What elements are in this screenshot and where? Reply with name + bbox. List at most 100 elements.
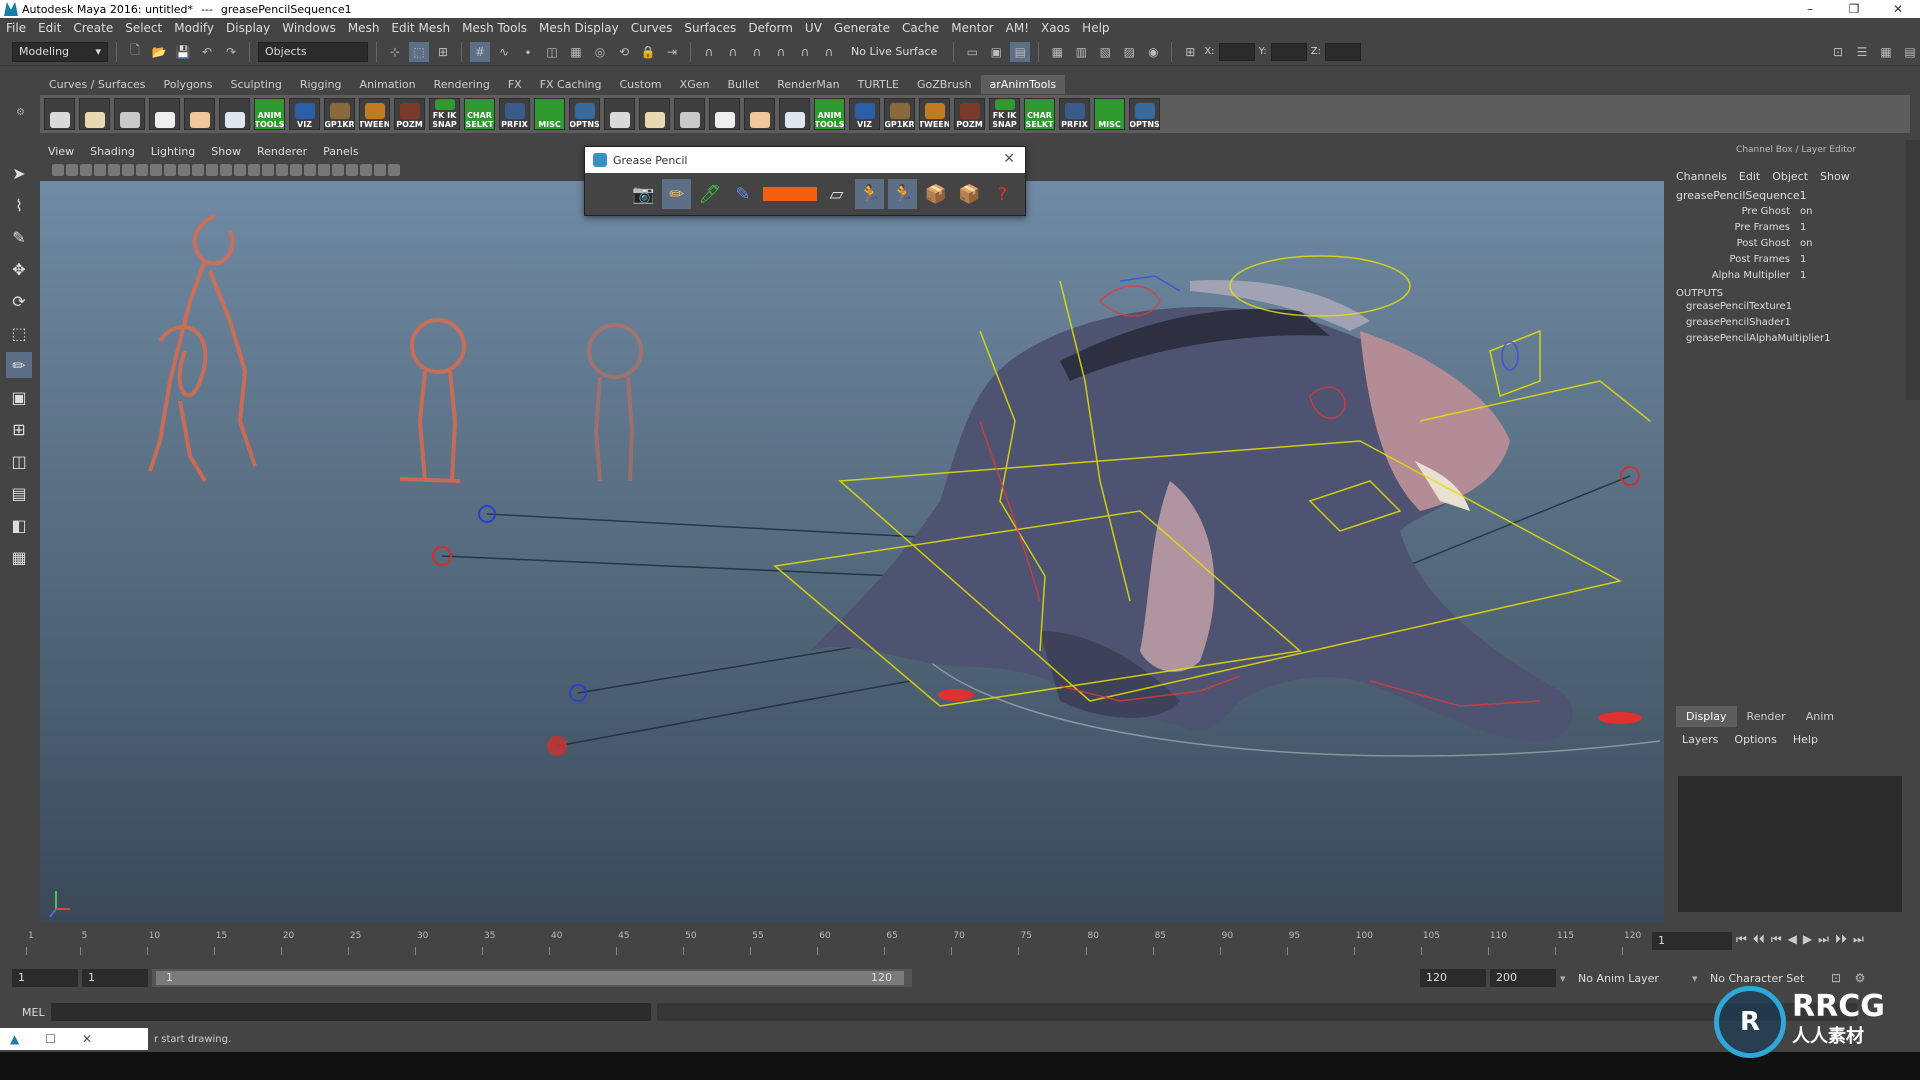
command-input[interactable] xyxy=(50,1003,651,1021)
range-slider[interactable]: 1 120 xyxy=(152,969,912,987)
color-swatch[interactable] xyxy=(762,179,818,209)
menu-mesh[interactable]: Mesh xyxy=(342,21,386,35)
viewport-menu-panels[interactable]: Panels xyxy=(315,145,366,158)
hypershade-icon[interactable]: ▥ xyxy=(1071,42,1091,62)
menu-display[interactable]: Display xyxy=(220,21,276,35)
magnet-view-icon[interactable]: ∩ xyxy=(795,42,815,62)
close-button[interactable]: ✕ xyxy=(1876,0,1920,18)
step-forward-key-icon[interactable]: ⏵⏵ xyxy=(1835,932,1847,947)
animation-start-field[interactable]: 1 xyxy=(12,969,78,987)
safe-title-icon[interactable] xyxy=(220,164,232,176)
playback-start-field[interactable]: 1 xyxy=(82,969,148,987)
history-icon[interactable]: ⟲ xyxy=(614,42,634,62)
modeling-toolkit-icon[interactable]: ⊡ xyxy=(1828,42,1848,62)
step-back-key-icon[interactable]: ⏴⏴ xyxy=(1753,932,1765,947)
magnet-point-icon[interactable]: ∩ xyxy=(747,42,767,62)
tab-render[interactable]: Render xyxy=(1737,706,1796,727)
channel-row[interactable]: Pre Frames 1 xyxy=(1672,220,1920,236)
tab-aranimtools[interactable]: arAnimTools xyxy=(980,75,1066,94)
resolution-gate-icon[interactable] xyxy=(164,164,176,176)
tween-button[interactable]: TWEEN xyxy=(359,98,390,130)
clapper-button[interactable] xyxy=(149,98,180,130)
anim-layer-dropdown[interactable]: No Anim Layer xyxy=(1578,972,1688,985)
input-ops-icon[interactable]: ⇥ xyxy=(662,42,682,62)
viz-button[interactable]: VIZ xyxy=(289,98,320,130)
open-scene-icon[interactable]: 📂 xyxy=(149,42,169,62)
channel-value[interactable]: on xyxy=(1800,236,1812,252)
isolate-select-icon[interactable] xyxy=(374,164,386,176)
menu-cache[interactable]: Cache xyxy=(896,21,945,35)
film-gate-icon[interactable] xyxy=(150,164,162,176)
tab-bullet[interactable]: Bullet xyxy=(718,75,768,94)
select-hierarchy-icon[interactable]: ⊹ xyxy=(385,42,405,62)
playback-end-field[interactable]: 120 xyxy=(1420,969,1486,987)
live-surface-label[interactable]: No Live Surface xyxy=(843,45,945,58)
tab-rigging[interactable]: Rigging xyxy=(291,75,351,94)
viewport-panel[interactable] xyxy=(40,181,1664,923)
play-forward-icon[interactable]: ▶ xyxy=(1803,932,1812,947)
tab-curves-surfaces[interactable]: Curves / Surfaces xyxy=(40,75,155,94)
snap-view-icon[interactable]: ◫ xyxy=(542,42,562,62)
soft-pencil-icon[interactable]: ✎ xyxy=(728,179,757,209)
fkik-snap-button-2[interactable]: FK IK SNAP xyxy=(989,98,1020,130)
graph-editor-button[interactable] xyxy=(44,98,75,130)
ipr-render-icon[interactable]: ▤ xyxy=(1010,41,1031,62)
optns-button[interactable]: OPTNS xyxy=(569,98,600,130)
channel-box-icon[interactable]: ▤ xyxy=(1900,42,1920,62)
channel-box-menu-channels[interactable]: Channels xyxy=(1676,170,1727,183)
tab-rendering[interactable]: Rendering xyxy=(425,75,499,94)
dope-sheet-button-2[interactable] xyxy=(674,98,705,130)
new-scene-icon[interactable]: 🗋 xyxy=(125,42,145,62)
curve-tool-button-2[interactable] xyxy=(639,98,670,130)
camera-icon[interactable] xyxy=(52,164,64,176)
select-object-icon[interactable]: ⬚ xyxy=(409,41,429,62)
menu-curves[interactable]: Curves xyxy=(625,21,679,35)
paint-select-icon[interactable]: ✎ xyxy=(6,224,32,250)
side-editor-tabs[interactable] xyxy=(1906,140,1920,400)
four-view-icon[interactable]: ⊞ xyxy=(6,416,32,442)
pencil-icon[interactable]: ✏ xyxy=(662,179,692,209)
selection-mode-dropdown[interactable]: Objects xyxy=(258,41,368,62)
char-selkt-button[interactable]: CHAR SELKT xyxy=(464,98,495,130)
misc-button-2[interactable]: MISC xyxy=(1094,98,1125,130)
tab-display[interactable]: Display xyxy=(1676,706,1737,727)
image-plane-icon[interactable] xyxy=(94,164,106,176)
anti-alias-icon[interactable] xyxy=(346,164,358,176)
ambient-occlusion-icon[interactable] xyxy=(318,164,330,176)
marker-icon[interactable]: 🖊 xyxy=(695,179,724,209)
dope-sheet-button[interactable] xyxy=(114,98,145,130)
maximize-button[interactable]: ❐ xyxy=(1832,0,1876,18)
export-frame-icon[interactable]: 📦 xyxy=(955,179,984,209)
import-frame-icon[interactable]: 📦 xyxy=(921,179,950,209)
gp1kr-button-2[interactable]: GP1KR xyxy=(884,98,915,130)
pozm-button-2[interactable]: POZM xyxy=(954,98,985,130)
z-field[interactable] xyxy=(1324,42,1361,61)
selected-object-name[interactable]: greasePencilSequence1 xyxy=(1672,183,1920,202)
menu-mentor[interactable]: Mentor xyxy=(945,21,999,35)
tab-custom[interactable]: Custom xyxy=(611,75,671,94)
channel-box-menu-show[interactable]: Show xyxy=(1820,170,1850,183)
eraser-icon[interactable]: ▱ xyxy=(822,179,851,209)
undo-icon[interactable]: ↶ xyxy=(197,42,217,62)
single-view-icon[interactable]: ▣ xyxy=(6,384,32,410)
wireframe-on-shaded-icon[interactable] xyxy=(262,164,274,176)
menu-mesh-tools[interactable]: Mesh Tools xyxy=(456,21,533,35)
range-slider-handle[interactable] xyxy=(156,971,904,985)
lasso-tool-icon[interactable]: ⌇ xyxy=(6,192,32,218)
clapper-button-2[interactable] xyxy=(709,98,740,130)
channel-box-menu-object[interactable]: Object xyxy=(1772,170,1808,183)
channel-row[interactable]: Post Frames 1 xyxy=(1672,252,1920,268)
viewport-menu-shading[interactable]: Shading xyxy=(82,145,143,158)
tab-gozbrush[interactable]: GoZBrush xyxy=(908,75,981,94)
lightbulb-button-2[interactable] xyxy=(779,98,810,130)
viz-button-2[interactable]: VIZ xyxy=(849,98,880,130)
rotate-tool-icon[interactable]: ⟳ xyxy=(6,288,32,314)
menu-xaos[interactable]: Xaos xyxy=(1035,21,1076,35)
mode-dropdown[interactable]: Modeling ▾ xyxy=(12,41,108,62)
misc-button[interactable]: MISC xyxy=(534,98,565,130)
channel-value[interactable]: 1 xyxy=(1800,268,1806,284)
output-node[interactable]: greasePencilAlphaMultiplier1 xyxy=(1676,331,1920,347)
anim-tools-button[interactable]: ANIM TOOLS xyxy=(254,98,285,130)
channel-box-menu-edit[interactable]: Edit xyxy=(1739,170,1760,183)
close-icon[interactable]: ✕ xyxy=(1003,151,1015,167)
